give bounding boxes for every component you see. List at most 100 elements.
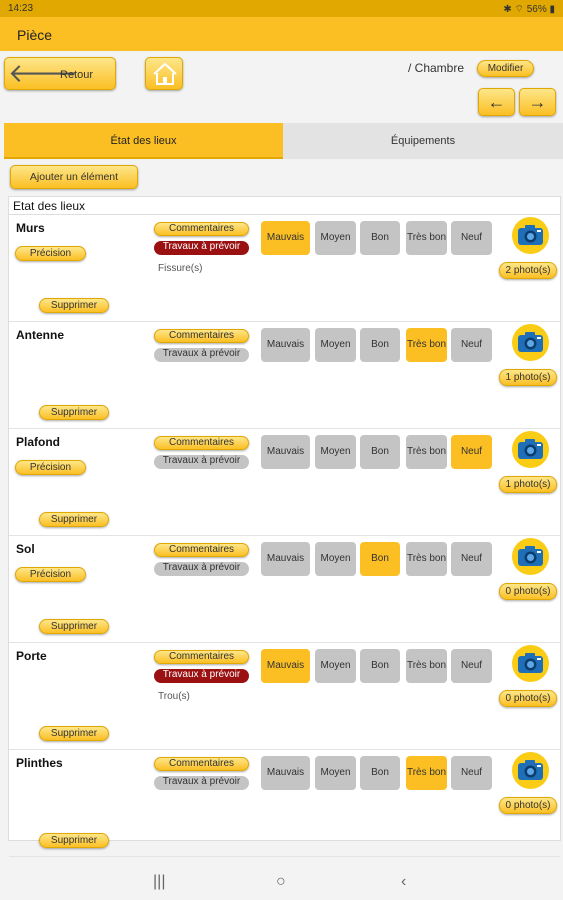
works-toggle[interactable]: Travaux à prévoir xyxy=(154,241,249,255)
delete-button[interactable]: Supprimer xyxy=(39,298,109,313)
camera-icon xyxy=(518,546,543,566)
precision-button[interactable]: Précision xyxy=(15,460,86,475)
camera-button[interactable] xyxy=(512,752,549,789)
rating-tres-bon[interactable]: Très bon xyxy=(406,221,447,255)
rating-bon[interactable]: Bon xyxy=(360,435,400,469)
recents-button[interactable]: ||| xyxy=(153,873,165,891)
delete-button[interactable]: Supprimer xyxy=(39,512,109,527)
rating-tres-bon[interactable]: Très bon xyxy=(406,649,447,683)
rating-neuf[interactable]: Neuf xyxy=(451,649,492,683)
comments-button[interactable]: Commentaires xyxy=(154,329,249,343)
photo-count-button[interactable]: 2 photo(s) xyxy=(499,262,557,279)
delete-button[interactable]: Supprimer xyxy=(39,726,109,741)
delete-button[interactable]: Supprimer xyxy=(39,619,109,634)
rating-tres-bon[interactable]: Très bon xyxy=(406,756,447,790)
home-icon xyxy=(153,62,177,85)
section-title: Etat des lieux xyxy=(13,199,86,213)
rating-moyen[interactable]: Moyen xyxy=(315,221,356,255)
delete-button[interactable]: Supprimer xyxy=(39,833,109,848)
list-item: Murs Précision Commentaires Travaux à prévo… xyxy=(9,215,560,322)
system-nav-bar: ||| ○ ‹ xyxy=(0,866,563,900)
item-name: Porte xyxy=(16,649,47,663)
rating-moyen[interactable]: Moyen xyxy=(315,435,356,469)
back-button[interactable]: 🡐 Retour xyxy=(4,57,116,90)
add-element-button[interactable]: Ajouter un élément xyxy=(10,165,138,189)
rating-mauvais[interactable]: Mauvais xyxy=(261,756,310,790)
camera-icon xyxy=(518,653,543,673)
photo-count-button[interactable]: 0 photo(s) xyxy=(499,583,557,600)
back-button-label: Retour xyxy=(60,69,94,81)
rating-tres-bon[interactable]: Très bon xyxy=(406,435,447,469)
photo-count-button[interactable]: 1 photo(s) xyxy=(499,369,557,386)
rating-mauvais[interactable]: Mauvais xyxy=(261,221,310,255)
item-note: Trou(s) xyxy=(158,691,190,702)
camera-button[interactable] xyxy=(512,538,549,575)
works-toggle[interactable]: Travaux à prévoir xyxy=(154,562,249,576)
rating-neuf[interactable]: Neuf xyxy=(451,435,492,469)
home-button[interactable] xyxy=(145,57,183,90)
status-indicators: ✱ ⌔ 56% ▮ xyxy=(503,4,555,15)
rating-tres-bon[interactable]: Très bon xyxy=(406,542,447,576)
rating-bon[interactable]: Bon xyxy=(360,542,400,576)
system-home-button[interactable]: ○ xyxy=(276,873,286,891)
rating-bon[interactable]: Bon xyxy=(360,328,400,362)
comments-button[interactable]: Commentaires xyxy=(154,436,249,450)
next-room-button[interactable]: → xyxy=(519,88,556,116)
previous-room-button[interactable]: ← xyxy=(478,88,515,116)
rating-mauvais[interactable]: Mauvais xyxy=(261,542,310,576)
comments-button[interactable]: Commentaires xyxy=(154,222,249,236)
photo-count-button[interactable]: 0 photo(s) xyxy=(499,690,557,707)
item-note: Fissure(s) xyxy=(158,263,203,274)
camera-icon xyxy=(518,225,543,245)
rating-bon[interactable]: Bon xyxy=(360,221,400,255)
photo-count-button[interactable]: 0 photo(s) xyxy=(499,797,557,814)
rating-neuf[interactable]: Neuf xyxy=(451,221,492,255)
tab-etat-des-lieux[interactable]: État des lieux xyxy=(4,123,283,159)
rating-moyen[interactable]: Moyen xyxy=(315,328,356,362)
list-item: Antenne Commentaires Travaux à prévoir Mauv… xyxy=(9,322,560,429)
works-toggle[interactable]: Travaux à prévoir xyxy=(154,669,249,683)
comments-button[interactable]: Commentaires xyxy=(154,543,249,557)
rating-moyen[interactable]: Moyen xyxy=(315,542,356,576)
precision-button[interactable]: Précision xyxy=(15,246,86,261)
item-name: Murs xyxy=(16,221,45,235)
rating-neuf[interactable]: Neuf xyxy=(451,542,492,576)
camera-button[interactable] xyxy=(512,431,549,468)
item-name: Sol xyxy=(16,542,35,556)
rating-mauvais[interactable]: Mauvais xyxy=(261,649,310,683)
inspection-panel: Etat des lieux Murs Précision Commentaires… xyxy=(8,196,561,857)
rating-moyen[interactable]: Moyen xyxy=(315,649,356,683)
photo-count-button[interactable]: 1 photo(s) xyxy=(499,476,557,493)
list-item: Plafond Précision Commentaires Travaux à pr… xyxy=(9,429,560,536)
camera-button[interactable] xyxy=(512,324,549,361)
camera-button[interactable] xyxy=(512,645,549,682)
rating-mauvais[interactable]: Mauvais xyxy=(261,435,310,469)
delete-button[interactable]: Supprimer xyxy=(39,405,109,420)
rating-mauvais[interactable]: Mauvais xyxy=(261,328,310,362)
works-toggle[interactable]: Travaux à prévoir xyxy=(154,348,249,362)
list-item: Porte Commentaires Travaux à prévoir Trou(s… xyxy=(9,643,560,750)
comments-button[interactable]: Commentaires xyxy=(154,757,249,771)
rating-bon[interactable]: Bon xyxy=(360,649,400,683)
camera-icon xyxy=(518,439,543,459)
modify-button[interactable]: Modifier xyxy=(477,60,534,77)
system-back-button[interactable]: ‹ xyxy=(401,873,406,891)
camera-button[interactable] xyxy=(512,217,549,254)
item-name: Plinthes xyxy=(16,756,63,770)
rating-neuf[interactable]: Neuf xyxy=(451,756,492,790)
list-item: Plinthes Commentaires Travaux à prévoir Mau… xyxy=(9,750,560,857)
item-name: Plafond xyxy=(16,435,60,449)
rating-tres-bon[interactable]: Très bon xyxy=(406,328,447,362)
rating-moyen[interactable]: Moyen xyxy=(315,756,356,790)
status-time: 14:23 xyxy=(8,3,34,14)
precision-button[interactable]: Précision xyxy=(15,567,86,582)
tab-equipements[interactable]: Équipements xyxy=(283,123,563,159)
rating-neuf[interactable]: Neuf xyxy=(451,328,492,362)
room-name: / Chambre xyxy=(408,61,465,75)
works-toggle[interactable]: Travaux à prévoir xyxy=(154,776,249,790)
tab-bar: État des lieux Équipements xyxy=(4,123,563,159)
rating-bon[interactable]: Bon xyxy=(360,756,400,790)
comments-button[interactable]: Commentaires xyxy=(154,650,249,664)
page-title: Pièce xyxy=(17,27,53,43)
works-toggle[interactable]: Travaux à prévoir xyxy=(154,455,249,469)
